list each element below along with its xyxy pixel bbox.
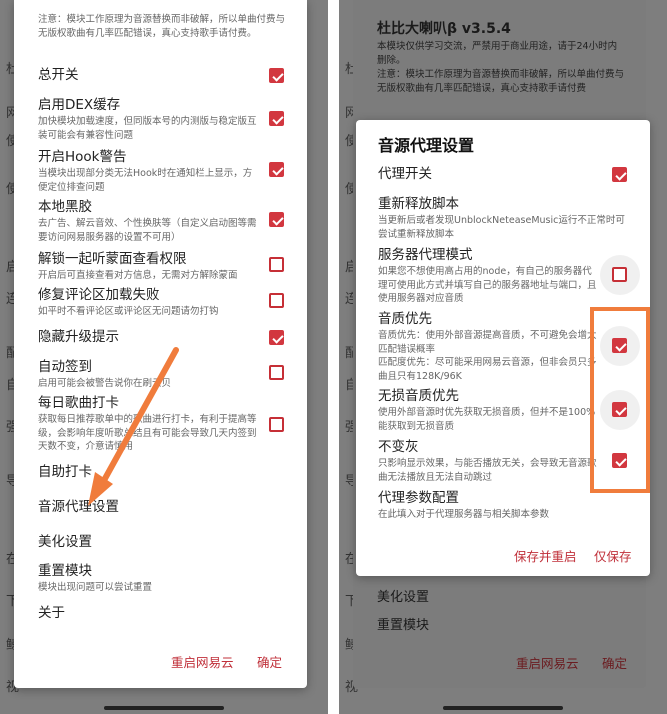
setting-desc: 如果您不想使用高占用的node，有自己的服务器代理可使用此方式并填写自己的服务器… [378,266,597,304]
left-screen: 杜 网 使 使 启 连 配 自 强 导 在 下 鲸 视 注意：模块工作原理为音源… [0,0,328,714]
menu-reset: 重置模块 [377,618,430,633]
setting-desc: 只影响显示效果，与能否播放无关，会导致无音源歌曲无法播放且无法自动跳过 [378,458,597,483]
setting-title: 服务器代理模式 [378,247,473,263]
setting-server-proxy[interactable]: 服务器代理模式 如果您不想使用高占用的node，有自己的服务器代理可使用此方式并… [378,246,630,306]
dialog-title: 音源代理设置 [378,136,475,155]
setting-desc: 音质优先：使用外部音源提高音质，不可避免会增大匹配错误概率 匹配度优先：尽可能采… [378,330,597,382]
module-title: 杜比大喇叭β v3.5.4 [377,21,511,37]
setting-proxy-params[interactable]: 代理参数配置 在此填入对于代理服务器与相关脚本参数 [378,489,630,522]
home-indicator [443,706,563,710]
module-notice: 注意：模块工作原理为音源替换而非破解，所以单曲付费与无版权歌曲有几率匹配错误，真… [377,69,625,94]
setting-rerelease-script[interactable]: 重新释放脚本 当更新后或者发现UnblockNeteaseMusic运行不正常时… [378,195,630,241]
right-screen: 杜 网 使 使 启 连 配 自 强 导 在 下 鲸 视 杜比大喇叭β v3.5.… [339,0,667,714]
server-proxy-checkbox[interactable] [612,267,627,282]
annotation-arrow [88,347,179,506]
module-desc: 本模块仅供学习交流，严禁用于商业用途，请于24小时内删除。 [377,41,618,66]
highlight-box [590,307,650,493]
home-indicator [104,706,224,710]
setting-desc: 在此填入对于代理服务器与相关脚本参数 [378,509,550,520]
save-only-button[interactable]: 仅保存 [594,546,632,565]
setting-title: 重新释放脚本 [378,196,459,212]
setting-proxy-switch[interactable]: 代理开关 [378,165,630,183]
ok-button: 确定 [602,656,628,671]
menu-beautify: 美化设置 [377,590,430,605]
save-restart-button[interactable]: 保存并重启 [514,546,577,565]
setting-desc: 使用外部音源时优先获取无损音质，但并不是100%能获取到无损音质 [378,407,596,432]
setting-title: 代理开关 [378,166,432,182]
proxy-switch-checkbox[interactable] [612,167,627,182]
setting-desc: 当更新后或者发现UnblockNeteaseMusic运行不正常时可尝试重新释放… [378,215,625,240]
restart-app-button: 重启网易云 [516,656,579,671]
